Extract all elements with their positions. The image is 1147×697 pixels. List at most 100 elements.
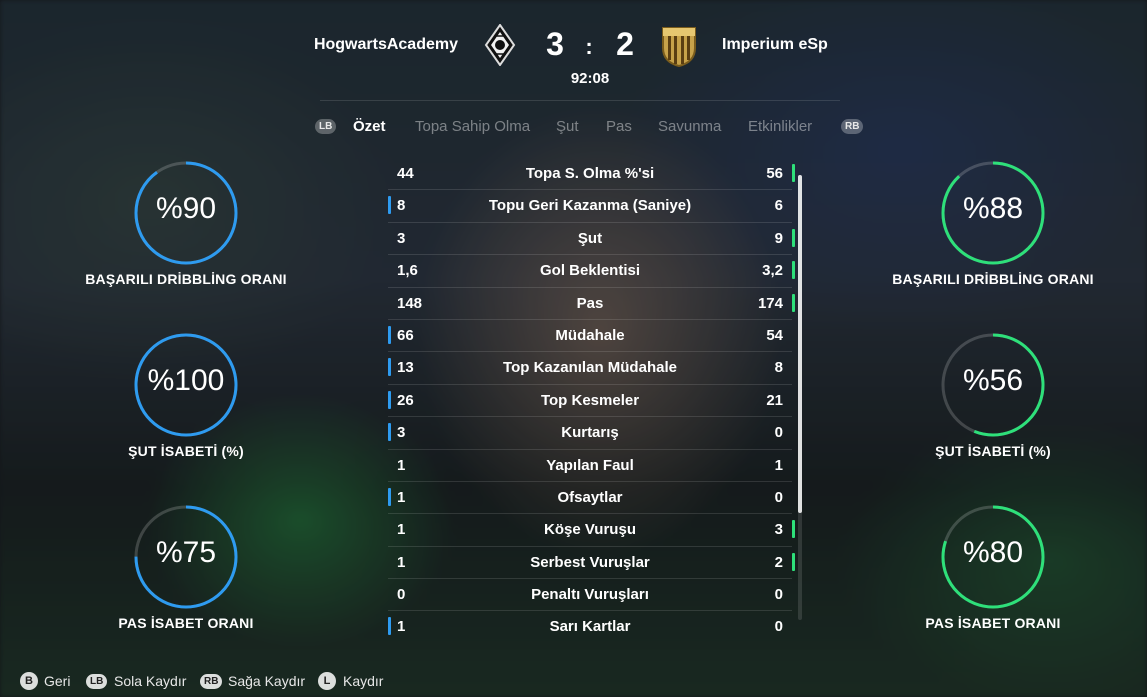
away-leader-bar xyxy=(792,261,795,280)
home-leader-bar xyxy=(388,196,391,215)
percentage-ring: %88 xyxy=(938,158,1048,268)
ring-label: PAS İSABET ORANI xyxy=(118,615,254,631)
stat-label: Gol Beklentisi xyxy=(539,262,641,280)
away-stat-value: 2 xyxy=(774,553,783,571)
away-stat-value: 3 xyxy=(774,521,783,539)
stat-row: 8 Topu Geri Kazanma (Saniye) 6 xyxy=(388,190,792,223)
tab-topa-sahip-olma[interactable]: Topa Sahip Olma xyxy=(415,118,530,135)
home-stat-value: 1 xyxy=(397,553,406,571)
home-stat-value: 1 xyxy=(397,521,406,539)
away-leader-bar xyxy=(792,520,795,539)
stat-row: 66 Müdahale 54 xyxy=(388,320,792,353)
away-stat-value: 0 xyxy=(774,424,783,442)
home-score: 3 xyxy=(546,26,564,62)
stat-label: Köşe Vuruşu xyxy=(544,521,636,539)
away-stat-value: 56 xyxy=(766,165,783,182)
back-hint[interactable]: Geri xyxy=(44,673,70,689)
home-stat-value: 0 xyxy=(397,586,406,604)
stat-label: Müdahale xyxy=(555,326,625,344)
stat-label: Topa S. Olma %'si xyxy=(525,165,655,182)
scroll-left-hint[interactable]: Sola Kaydır xyxy=(114,673,186,689)
ring-label: BAŞARILI DRİBBLİNG ORANI xyxy=(85,271,287,287)
rb-button-icon: RB xyxy=(200,674,223,689)
away-leader-bar xyxy=(792,164,795,182)
tab-pas[interactable]: Pas xyxy=(606,118,632,135)
stat-row: 1 Serbest Vuruşlar 2 xyxy=(388,547,795,580)
away-stat-value: 6 xyxy=(774,197,783,215)
tab-ozet[interactable]: Özet xyxy=(353,118,386,135)
match-clock: 92:08 xyxy=(570,70,610,87)
stat-row: 26 Top Kesmeler 21 xyxy=(388,385,792,418)
ring-label: BAŞARILI DRİBBLİNG ORANI xyxy=(892,271,1094,287)
home-stat-value: 3 xyxy=(397,424,406,442)
score-separator: : xyxy=(585,34,593,59)
stat-row: 1,6 Gol Beklentisi 3,2 xyxy=(388,255,795,288)
away-stat-value: 174 xyxy=(757,294,783,312)
home-stat-value: 8 xyxy=(397,197,406,215)
ring-value: %88 xyxy=(962,192,1024,225)
home-stat-value: 66 xyxy=(397,326,414,344)
b-button-icon: B xyxy=(20,672,38,690)
scroll-right-hint[interactable]: Sağa Kaydır xyxy=(228,673,305,689)
home-team-name: HogwartsAcademy xyxy=(313,36,458,53)
lb-button-hint[interactable]: LB xyxy=(315,119,337,134)
stat-label: Top Kazanılan Müdahale xyxy=(503,359,677,377)
stats-table: 44 Topa S. Olma %'si 56 8 Topu Geri Kazanma … xyxy=(388,158,795,644)
home-team-crest-icon xyxy=(484,23,516,67)
header-divider xyxy=(320,100,840,101)
stat-row: 1 Sarı Kartlar 0 xyxy=(388,611,792,643)
away-stat-value: 21 xyxy=(766,391,783,409)
away-leader-bar xyxy=(792,293,795,312)
stat-label: Serbest Vuruşlar xyxy=(530,553,650,571)
away-leader-bar xyxy=(792,228,795,247)
lb-button-icon: LB xyxy=(86,674,108,689)
away-leader-bar xyxy=(792,552,795,571)
home-stat-value: 26 xyxy=(397,391,414,409)
percentage-ring: %90 xyxy=(131,158,241,268)
stat-label: Sarı Kartlar xyxy=(549,618,631,636)
percentage-ring: %75 xyxy=(131,502,241,612)
stat-label: Kurtarış xyxy=(561,424,619,442)
scroll-hint[interactable]: Kaydır xyxy=(343,673,383,689)
stat-row: 3 Kurtarış 0 xyxy=(388,417,792,450)
ring-label: PAS İSABET ORANI xyxy=(925,615,1061,631)
away-score: 2 xyxy=(616,26,634,62)
stats-tab-bar: LB Özet Topa Sahip Olma Şut Pas Savunma … xyxy=(0,118,1147,138)
stat-row: 13 Top Kazanılan Müdahale 8 xyxy=(388,352,792,385)
ring-value: %90 xyxy=(155,192,217,225)
away-stat-value: 0 xyxy=(774,618,783,636)
percentage-ring: %80 xyxy=(938,502,1048,612)
home-stat-value: 1,6 xyxy=(397,262,418,280)
home-stat-value: 148 xyxy=(397,294,423,312)
ring-value: %75 xyxy=(155,536,217,569)
ring-label: ŞUT İSABETİ (%) xyxy=(935,443,1051,459)
home-stat-value: 1 xyxy=(397,618,406,636)
stat-label: Ofsaytlar xyxy=(557,488,623,506)
home-stat-value: 1 xyxy=(397,456,406,474)
stat-row: 1 Ofsaytlar 0 xyxy=(388,482,792,515)
percentage-ring: %100 xyxy=(131,330,241,440)
stat-row: 0 Penaltı Vuruşları 0 xyxy=(388,579,792,612)
stat-row: 3 Şut 9 xyxy=(388,223,795,256)
home-stat-value: 1 xyxy=(397,488,406,506)
away-team-crest-icon xyxy=(660,24,698,68)
l-stick-icon: L xyxy=(318,672,336,690)
stat-label: Şut xyxy=(577,229,603,247)
stat-label: Top Kesmeler xyxy=(540,391,640,409)
tab-etkinlikler[interactable]: Etkinlikler xyxy=(748,118,812,135)
home-stat-value: 13 xyxy=(397,359,414,377)
away-stat-value: 9 xyxy=(774,229,783,247)
home-stat-value: 3 xyxy=(397,229,406,247)
home-leader-bar xyxy=(388,390,391,409)
tab-sut[interactable]: Şut xyxy=(556,118,579,135)
away-stat-value: 8 xyxy=(774,359,783,377)
stat-row: 1 Yapılan Faul 1 xyxy=(388,450,792,482)
controls-footer: B Geri LB Sola Kaydır RB Sağa Kaydır L K… xyxy=(0,670,1147,694)
home-leader-bar xyxy=(388,358,391,377)
away-stat-value: 54 xyxy=(766,326,783,344)
stat-row: 148 Pas 174 xyxy=(388,288,795,320)
ring-value: %80 xyxy=(962,536,1024,569)
tab-savunma[interactable]: Savunma xyxy=(658,118,721,135)
rb-button-hint[interactable]: RB xyxy=(841,119,864,134)
stats-scrollbar-thumb[interactable] xyxy=(798,175,802,513)
